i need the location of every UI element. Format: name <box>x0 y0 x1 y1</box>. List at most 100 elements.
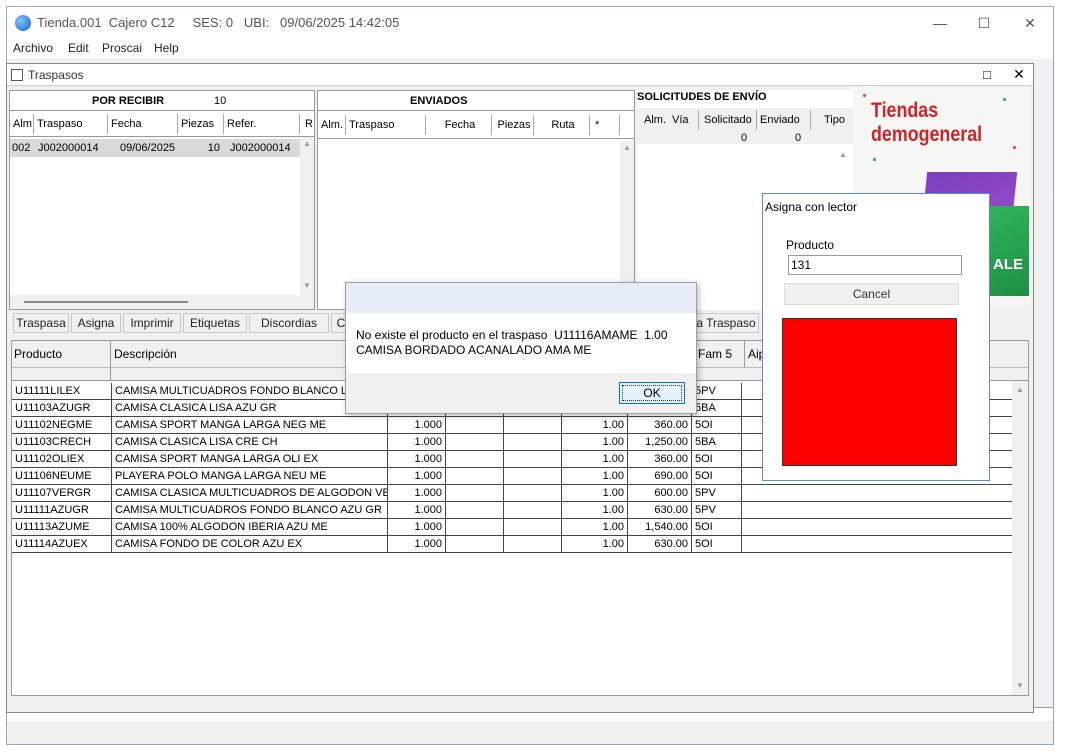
column-header-producto[interactable]: Producto <box>14 347 62 361</box>
producto-input[interactable] <box>788 255 962 275</box>
traspaso-button[interactable]: a Traspaso <box>693 313 759 333</box>
maximize-icon[interactable]: □ <box>979 67 995 83</box>
discordias-button[interactable]: Discordias <box>249 313 329 333</box>
enviados-header: ENVIADOS <box>318 91 634 111</box>
horizontal-scrollbar[interactable] <box>10 295 314 309</box>
column-header-refer[interactable]: Refer. <box>224 114 300 134</box>
cell-descripcion: CAMISA SPORT MANGA LARGA OLI EX <box>112 451 388 468</box>
scroll-up-icon[interactable]: ▲ <box>839 150 847 159</box>
cell-producto: U11102NEGME <box>12 417 112 434</box>
shopping-bag-icon <box>985 206 1029 296</box>
column-header-fecha[interactable]: Fecha <box>108 114 178 134</box>
table-row[interactable]: U11107VERGR CAMISA CLASICA MULTICUADROS D… <box>12 485 1012 502</box>
cell-producto: U11111LILEX <box>12 383 112 400</box>
por-recibir-panel: POR RECIBIR 10 Alm Traspaso Fecha Piezas… <box>9 90 315 310</box>
column-header-ruta[interactable]: Ruta <box>534 115 590 135</box>
cell-descripcion: CAMISA FONDO DE COLOR AZU EX <box>112 536 388 553</box>
cell-empty <box>446 434 504 451</box>
vertical-scrollbar[interactable]: ▲ ▼ <box>1012 381 1028 695</box>
column-header-via[interactable]: Vía <box>669 110 699 130</box>
column-header-fam5[interactable]: Fam 5 <box>698 347 732 361</box>
scroll-thumb[interactable] <box>24 301 188 303</box>
column-header-enviado[interactable]: Enviado <box>757 110 811 130</box>
maximize-icon[interactable]: ☐ <box>969 13 999 33</box>
menu-help[interactable]: Help <box>154 41 179 55</box>
row-fecha: 09/06/2025 <box>120 142 176 154</box>
scroll-up-icon[interactable]: ▲ <box>623 143 631 152</box>
cell-empty <box>446 502 504 519</box>
cell-precio: 360.00 <box>628 451 692 468</box>
cell-fam: 5PV <box>692 502 742 519</box>
ok-button[interactable]: OK <box>619 382 685 404</box>
cell-empty <box>504 485 562 502</box>
table-row[interactable]: U11111AZUGR CAMISA MULTICUADROS FONDO BLA… <box>12 502 1012 519</box>
table-row[interactable]: 002 J002000014 09/06/2025 10 J002000014 <box>10 139 300 157</box>
menu-bar: Archivo Edit Proscai Help <box>7 39 1053 59</box>
cell-cant: 1.000 <box>388 468 446 485</box>
cancel-button[interactable]: Cancel <box>784 283 959 305</box>
enviados-column-headers: Alm. Traspaso Fecha Piezas Ruta * <box>318 111 634 139</box>
cell-precio: 360.00 <box>628 417 692 434</box>
cell-pres: 1.00 <box>562 468 628 485</box>
cell-producto: U11111AZUGR <box>12 502 112 519</box>
cell-precio: 1,250.00 <box>628 434 692 451</box>
scroll-up-icon[interactable]: ▲ <box>1016 385 1024 394</box>
cell-cant: 1.000 <box>388 451 446 468</box>
column-header-fecha[interactable]: Fecha <box>426 115 492 135</box>
column-header-alm[interactable]: Alm <box>10 114 34 134</box>
cell-producto: U11102OLIEX <box>12 451 112 468</box>
column-header-tipo[interactable]: Tipo <box>813 110 853 130</box>
table-row[interactable]: U11114AZUEX CAMISA FONDO DE COLOR AZU EX 1… <box>12 536 1012 553</box>
traspasos-title-bar: Traspasos □ ✕ <box>7 64 1033 86</box>
close-icon[interactable]: ✕ <box>1015 13 1045 33</box>
cell-empty <box>504 536 562 553</box>
column-header-alm[interactable]: Alm. <box>318 115 346 135</box>
column-header-piezas[interactable]: Piezas <box>492 115 534 135</box>
scroll-up-icon[interactable]: ▲ <box>303 139 311 148</box>
cell-pres: 1.00 <box>562 451 628 468</box>
cell-fam: 5OI <box>692 468 742 485</box>
window-icon <box>11 69 23 81</box>
cell-empty <box>504 451 562 468</box>
cell-fam: 5OI <box>692 451 742 468</box>
imprimir-button[interactable]: Imprimir <box>123 313 181 333</box>
cell-producto: U11113AZUME <box>12 519 112 536</box>
title-bar: Tienda.001 Cajero C12 SES: 0 UBI: 09/06/… <box>7 7 1053 39</box>
close-icon[interactable]: ✕ <box>1011 66 1027 82</box>
por-recibir-label: POR RECIBIR <box>92 95 165 107</box>
etiquetas-button[interactable]: Etiquetas <box>183 313 247 333</box>
table-row[interactable]: U11113AZUME CAMISA 100% ALGODON IBERIA AZ… <box>12 519 1012 536</box>
vertical-scrollbar[interactable]: ▲ ▼ <box>300 137 314 295</box>
column-header-traspaso[interactable]: Traspaso <box>34 114 108 134</box>
column-header-alm[interactable]: Alm. <box>641 110 669 130</box>
column-header-solicitado[interactable]: Solicitado <box>701 110 757 130</box>
app-globe-icon <box>15 15 31 31</box>
cell-cant: 1.000 <box>388 536 446 553</box>
menu-archivo[interactable]: Archivo <box>13 41 53 55</box>
column-header-traspaso[interactable]: Traspaso <box>346 115 426 135</box>
menu-proscai[interactable]: Proscai <box>102 41 142 55</box>
scroll-down-icon[interactable]: ▼ <box>1016 681 1024 690</box>
cell-precio: 630.00 <box>628 502 692 519</box>
scroll-down-icon[interactable]: ▼ <box>303 281 311 290</box>
cell-empty <box>504 417 562 434</box>
cell-descripcion: CAMISA CLASICA LISA CRE CH <box>112 434 388 451</box>
column-header-descripcion[interactable]: Descripción <box>114 347 177 361</box>
menu-edit[interactable]: Edit <box>68 41 89 55</box>
cell-empty <box>504 519 562 536</box>
solicitudes-column-headers: Alm. Vía Solicitado Enviado Tipo 0 0 <box>637 108 853 144</box>
minimize-icon[interactable]: — <box>925 13 955 33</box>
cell-descripcion: CAMISA CLASICA MULTICUADROS DE ALGODON V… <box>112 485 388 502</box>
cell-cant: 1.000 <box>388 434 446 451</box>
column-header-star[interactable]: * <box>592 115 620 135</box>
cell-fam: 5OI <box>692 417 742 434</box>
solicitudes-label: SOLICITUDES DE ENVÍO <box>637 91 767 103</box>
cell-pres: 1.00 <box>562 536 628 553</box>
asigna-button[interactable]: Asigna <box>71 313 121 333</box>
column-header-piezas[interactable]: Piezas <box>178 114 224 134</box>
traspasa-button[interactable]: Traspasa <box>13 313 69 333</box>
cell-cant: 1.000 <box>388 417 446 434</box>
enviados-panel: ENVIADOS Alm. Traspaso Fecha Piezas Ruta… <box>317 90 635 310</box>
column-header-r[interactable]: R <box>302 114 314 134</box>
cell-empty <box>504 434 562 451</box>
